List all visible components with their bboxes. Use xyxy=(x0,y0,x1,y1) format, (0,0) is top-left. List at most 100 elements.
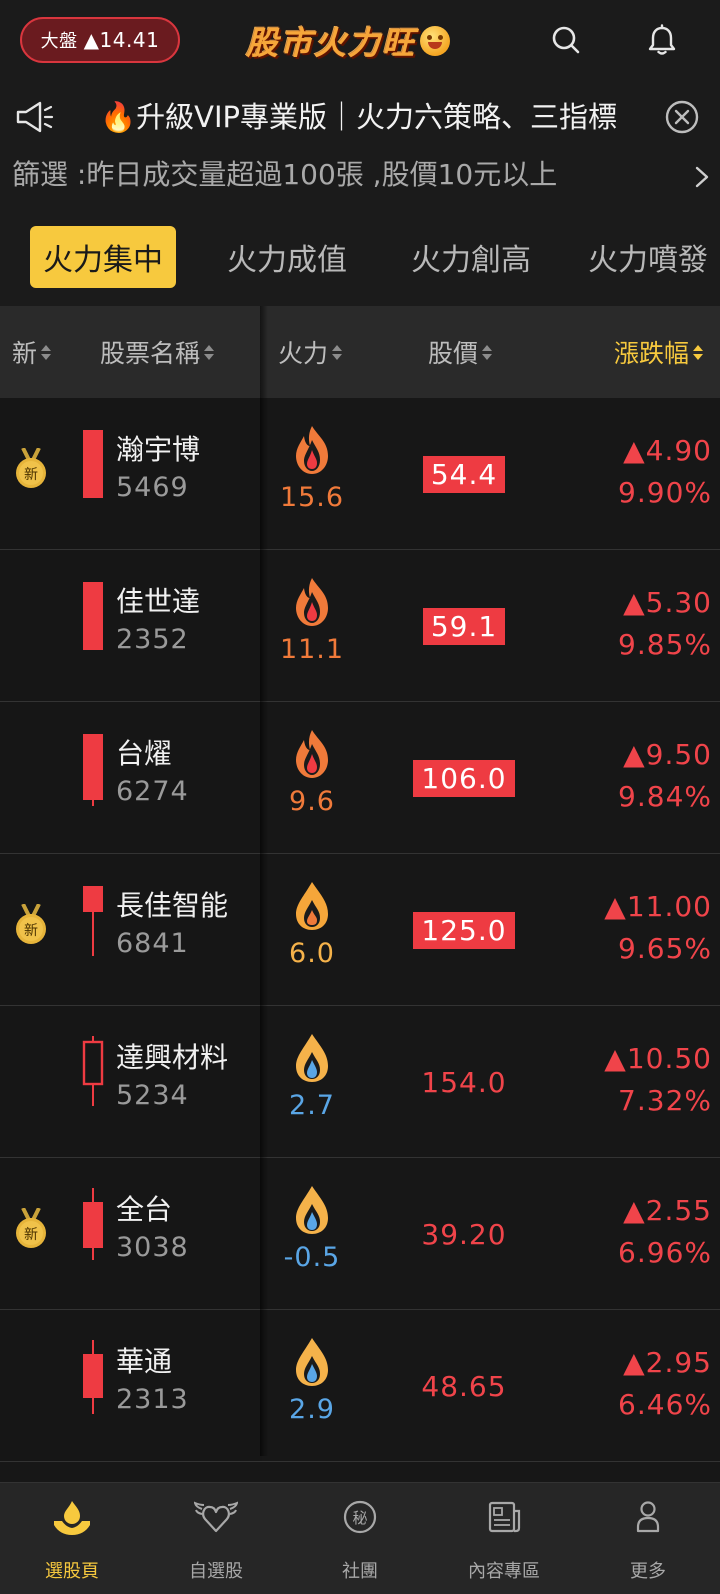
change-cell: ▲5.30 9.85% xyxy=(618,582,712,666)
flame-icon xyxy=(296,1034,328,1082)
stock-name: 瀚宇博 xyxy=(116,433,201,466)
table-row[interactable]: 台燿 6274 9.6 106.0 ▲9.50 9.84% xyxy=(0,702,720,854)
fire-value: -0.5 xyxy=(283,1242,341,1273)
stock-name: 長佳智能 xyxy=(116,889,229,922)
new-medal-icon: 新 xyxy=(16,448,46,488)
table-row[interactable]: 達興材料 5234 2.7 154.0 ▲10.50 7.32% xyxy=(0,1006,720,1158)
column-header-price-label: 股價 xyxy=(428,339,479,368)
stock-code: 6841 xyxy=(116,928,189,959)
notification-button[interactable] xyxy=(642,20,682,60)
stock-code: 2313 xyxy=(116,1384,189,1415)
smiley-icon xyxy=(420,26,451,56)
column-header-change-label: 漲跌幅 xyxy=(614,339,690,368)
filter-text: 篩選 :昨日成交量超過100張 ,股價10元以上 xyxy=(12,158,558,191)
column-header-change[interactable]: 漲跌幅 xyxy=(614,306,704,398)
nav-stock-picker[interactable]: 選股頁 xyxy=(0,1483,144,1594)
svg-text:新: 新 xyxy=(24,923,38,939)
tab-fire-new-high[interactable]: 火力創高 xyxy=(398,226,544,288)
percent-change: 9.84% xyxy=(618,780,712,813)
nav-watchlist[interactable]: 自選股 xyxy=(144,1483,288,1594)
bottom-navigation: 選股頁 自選股 秘 社團 內容專區 更多 xyxy=(0,1482,720,1594)
flame-icon xyxy=(296,882,328,930)
column-header-name[interactable]: 股票名稱 xyxy=(100,306,215,398)
candlestick-icon xyxy=(82,1036,104,1106)
fire-value: 2.7 xyxy=(289,1090,335,1121)
change-cell: ▲2.55 6.96% xyxy=(618,1190,712,1274)
price-cell: 125.0 xyxy=(378,854,550,1006)
market-index-change: ▲14.41 xyxy=(83,28,160,52)
top-bar: 大盤 ▲14.41 股市火力旺 xyxy=(0,0,720,80)
speaker-icon xyxy=(16,101,54,133)
table-row[interactable]: 佳世達 2352 11.1 59.1 ▲5.30 9.85% xyxy=(0,550,720,702)
news-icon xyxy=(488,1501,521,1533)
search-button[interactable] xyxy=(546,20,586,60)
flame-icon xyxy=(296,578,328,626)
sort-icon xyxy=(332,344,343,360)
sort-icon xyxy=(204,344,215,360)
flame-icon xyxy=(296,426,328,474)
winged-heart-icon xyxy=(194,1501,238,1533)
market-index-badge[interactable]: 大盤 ▲14.41 xyxy=(20,17,180,63)
price-change: ▲5.30 xyxy=(623,586,712,619)
tab-fire-surge[interactable]: 火力噴發 xyxy=(588,226,720,288)
fire-value: 6.0 xyxy=(289,938,335,969)
new-medal-icon: 新 xyxy=(16,904,46,944)
column-header-new[interactable]: 新 xyxy=(12,306,52,398)
filter-bar[interactable]: 篩選 :昨日成交量超過100張 ,股價10元以上 xyxy=(0,154,720,204)
app-title: 股市火力旺 xyxy=(246,18,451,64)
flame-hand-icon xyxy=(54,1501,90,1535)
change-cell: ▲10.50 7.32% xyxy=(604,1038,712,1122)
fire-value: 15.6 xyxy=(279,482,345,513)
price-cell: 39.20 xyxy=(378,1158,550,1310)
change-cell: ▲9.50 9.84% xyxy=(618,734,712,818)
sort-desc-icon xyxy=(693,344,704,360)
price-cell: 106.0 xyxy=(378,702,550,854)
secret-badge-icon: 秘 xyxy=(343,1500,377,1534)
nav-label: 自選股 xyxy=(189,1561,243,1582)
table-row[interactable]: 新 全台 3038 -0.5 39.20 ▲2.55 6.96% xyxy=(0,1158,720,1310)
table-row[interactable]: 新 瀚宇博 5469 15.6 54.4 ▲4.90 9.90% xyxy=(0,398,720,550)
stock-name: 全台 xyxy=(116,1193,173,1226)
search-icon xyxy=(552,26,580,54)
flame-icon xyxy=(296,1338,328,1386)
nav-more[interactable]: 更多 xyxy=(576,1483,720,1594)
candlestick-icon xyxy=(83,886,103,956)
announcement-text[interactable]: 🔥升級VIP專業版｜火力六策略、三指標 xyxy=(100,97,652,137)
candlestick-icon xyxy=(83,430,103,498)
nav-community[interactable]: 秘 社團 xyxy=(288,1483,432,1594)
percent-change: 9.90% xyxy=(618,476,712,509)
change-cell: ▲4.90 9.90% xyxy=(618,430,712,514)
stock-code: 5234 xyxy=(116,1080,189,1111)
price-change: ▲9.50 xyxy=(623,738,712,771)
price-cell: 59.1 xyxy=(378,550,550,702)
nav-label: 社團 xyxy=(342,1561,378,1582)
column-header-fire[interactable]: 火力 xyxy=(278,306,343,398)
close-icon[interactable] xyxy=(664,99,700,135)
stock-price: 48.65 xyxy=(421,1369,507,1403)
tab-fire-concentration[interactable]: 火力集中 xyxy=(30,226,176,288)
price-change: ▲11.00 xyxy=(604,890,712,923)
stock-code: 6274 xyxy=(116,776,189,807)
table-row[interactable]: 華通 2313 2.9 48.65 ▲2.95 6.46% xyxy=(0,1310,720,1462)
stock-price: 59.1 xyxy=(422,607,506,645)
stock-price: 125.0 xyxy=(413,911,515,949)
stock-name: 台燿 xyxy=(116,737,173,770)
fire-value: 9.6 xyxy=(289,786,335,817)
column-header-new-label: 新 xyxy=(12,339,38,368)
announcement-bar[interactable]: 🔥升級VIP專業版｜火力六策略、三指標 xyxy=(0,80,720,154)
percent-change: 7.32% xyxy=(618,1084,712,1117)
chevron-right-icon[interactable] xyxy=(690,162,714,192)
table-row[interactable]: 新 長佳智能 6841 6.0 125.0 ▲11.00 9.65% xyxy=(0,854,720,1006)
flame-icon xyxy=(296,1186,328,1234)
tab-fire-turnover[interactable]: 火力成值 xyxy=(214,226,360,288)
price-cell: 154.0 xyxy=(378,1006,550,1158)
sort-icon xyxy=(41,344,52,360)
app-title-text: 股市火力旺 xyxy=(246,24,417,62)
candlestick-icon xyxy=(83,1188,103,1260)
percent-change: 6.46% xyxy=(618,1388,712,1421)
nav-content[interactable]: 內容專區 xyxy=(432,1483,576,1594)
column-header-price[interactable]: 股價 xyxy=(428,306,493,398)
column-header-fire-label: 火力 xyxy=(278,339,329,368)
svg-text:新: 新 xyxy=(24,1227,38,1243)
percent-change: 9.65% xyxy=(618,932,712,965)
